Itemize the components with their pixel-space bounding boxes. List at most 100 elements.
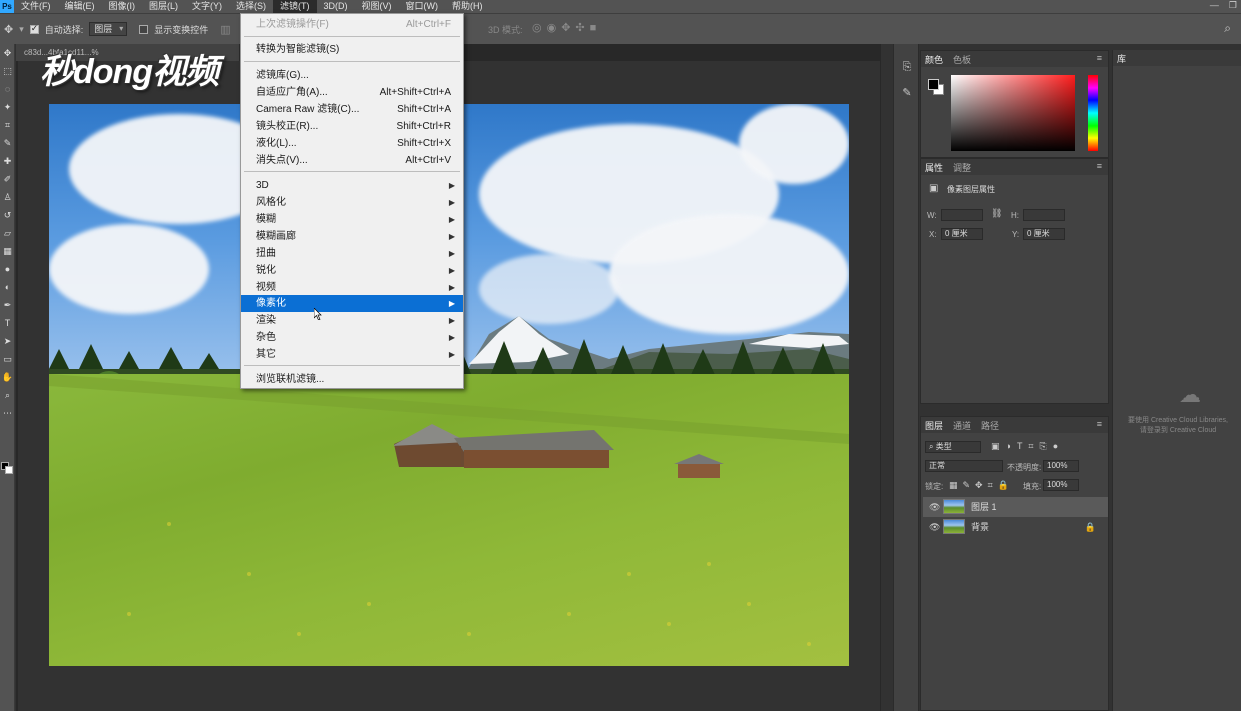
x-input[interactable]: 0 厘米 xyxy=(941,228,983,240)
brush-tool-icon[interactable]: ✐ xyxy=(0,170,15,188)
menu-convert-smart-filter[interactable]: 转换为智能滤镜(S) xyxy=(241,41,463,58)
auto-select-checkbox[interactable] xyxy=(29,23,39,34)
menu-window[interactable]: 窗口(W) xyxy=(399,0,446,13)
dropdown-chevron-icon[interactable]: ▾ xyxy=(19,24,24,35)
height-input[interactable] xyxy=(1023,209,1065,221)
layer-row[interactable]: 👁 图层 1 xyxy=(923,497,1108,517)
healing-tool-icon[interactable]: ✚ xyxy=(0,152,15,170)
foreground-swatch[interactable] xyxy=(928,79,939,90)
tab-libraries[interactable]: 库 xyxy=(1117,52,1126,65)
move-tool-icon[interactable]: ✥ xyxy=(0,44,15,62)
tab-layers[interactable]: 图层 xyxy=(925,419,943,432)
auto-select-label: 自动选择: xyxy=(44,24,84,35)
eraser-tool-icon[interactable]: ▱ xyxy=(0,224,15,242)
y-input[interactable]: 0 厘米 xyxy=(1023,228,1065,240)
history-panel-icon[interactable]: ⎘ xyxy=(894,54,920,80)
menu-adaptive-wide-angle[interactable]: 自适应广角(A)... Alt+Shift+Ctrl+A xyxy=(241,84,463,101)
menu-select[interactable]: 选择(S) xyxy=(229,0,273,13)
move-tool-icon[interactable]: ✥ xyxy=(4,23,13,36)
menu-video[interactable]: 视频 ▶ xyxy=(241,279,463,296)
show-transform-checkbox[interactable] xyxy=(139,24,149,34)
panel-menu-icon[interactable]: ≡ xyxy=(1097,419,1102,429)
menu-sharpen[interactable]: 锐化 ▶ xyxy=(241,262,463,279)
crop-tool-icon[interactable]: ⌗ xyxy=(0,116,15,134)
history-brush-icon[interactable]: ↺ xyxy=(0,206,15,224)
fill-input[interactable]: 100% xyxy=(1043,479,1079,491)
menu-image[interactable]: 图像(I) xyxy=(102,0,143,13)
minimize-icon[interactable]: — xyxy=(1210,0,1219,11)
gradient-tool-icon[interactable]: ▦ xyxy=(0,242,15,260)
submenu-arrow-icon: ▶ xyxy=(448,215,455,224)
menu-lens-correction[interactable]: 镜头校正(R)... Shift+Ctrl+R xyxy=(241,118,463,135)
layer-row[interactable]: 👁 背景 🔒 xyxy=(923,517,1108,537)
menu-render[interactable]: 渲染 ▶ xyxy=(241,312,463,329)
menu-camera-raw[interactable]: Camera Raw 滤镜(C)... Shift+Ctrl+A xyxy=(241,101,463,118)
image-flowers xyxy=(49,374,849,646)
menu-edit[interactable]: 编辑(E) xyxy=(58,0,102,13)
lasso-tool-icon[interactable]: ◌ xyxy=(0,80,15,98)
hue-slider[interactable] xyxy=(1088,75,1098,151)
dodge-tool-icon[interactable]: ◐ xyxy=(0,278,15,296)
menu-last-filter[interactable]: 上次滤镜操作(F) Alt+Ctrl+F xyxy=(241,16,463,33)
tab-channels[interactable]: 通道 xyxy=(953,419,971,432)
menu-pixelate[interactable]: 像素化 ▶ xyxy=(241,295,463,312)
menu-file[interactable]: 文件(F) xyxy=(14,0,58,13)
panel-menu-icon[interactable]: ≡ xyxy=(1097,161,1102,171)
3d-mode-icons[interactable]: ◎◉✥✣■ xyxy=(532,21,601,34)
submenu-arrow-icon: ▶ xyxy=(448,333,455,342)
search-icon[interactable]: ⌕ xyxy=(1224,21,1231,36)
eyedropper-tool-icon[interactable]: ✎ xyxy=(0,134,15,152)
menu-browse-online-filters[interactable]: 浏览联机滤镜... xyxy=(241,371,463,388)
tab-swatches[interactable]: 色板 xyxy=(953,53,971,66)
magic-wand-tool-icon[interactable]: ✦ xyxy=(0,98,15,116)
hand-tool-icon[interactable]: ✋ xyxy=(0,368,15,386)
tab-properties[interactable]: 属性 xyxy=(925,161,943,174)
restore-icon[interactable]: ❐ xyxy=(1229,0,1237,11)
align-icons[interactable]: ▥ xyxy=(220,23,236,36)
menu-3d[interactable]: 3D ▶ xyxy=(241,177,463,194)
shape-tool-icon[interactable]: ▭ xyxy=(0,350,15,368)
menu-help[interactable]: 帮助(H) xyxy=(445,0,490,13)
width-input[interactable] xyxy=(941,209,983,221)
layer-filter-dropdown[interactable]: ⌕ 类型 xyxy=(925,441,981,453)
menu-distort[interactable]: 扭曲 ▶ xyxy=(241,245,463,262)
stamp-tool-icon[interactable]: ♙ xyxy=(0,188,15,206)
menu-other[interactable]: 其它 ▶ xyxy=(241,346,463,363)
menu-3d[interactable]: 3D(D) xyxy=(317,0,355,13)
background-color-swatch[interactable] xyxy=(5,466,13,474)
link-icon[interactable]: ⛓ xyxy=(991,208,1002,219)
filter-dropdown-menu: 上次滤镜操作(F) Alt+Ctrl+F 转换为智能滤镜(S) 滤镜库(G)...… xyxy=(240,13,464,389)
eye-icon[interactable]: 👁 xyxy=(929,517,940,537)
auto-select-dropdown[interactable]: 图层 xyxy=(89,22,128,36)
menu-separator xyxy=(244,365,460,366)
menu-filter[interactable]: 滤镜(T) xyxy=(273,0,317,13)
menu-filter-gallery[interactable]: 滤镜库(G)... xyxy=(241,67,463,84)
menu-noise[interactable]: 杂色 ▶ xyxy=(241,329,463,346)
tab-adjustments[interactable]: 调整 xyxy=(953,161,971,174)
marquee-tool-icon[interactable]: ⬚ xyxy=(0,62,15,80)
tab-paths[interactable]: 路径 xyxy=(981,419,999,432)
path-select-icon[interactable]: ➤ xyxy=(0,332,15,350)
blur-tool-icon[interactable]: ● xyxy=(0,260,15,278)
tab-color[interactable]: 颜色 xyxy=(925,53,943,66)
color-picker-field[interactable] xyxy=(951,75,1075,151)
pen-tool-icon[interactable]: ✒ xyxy=(0,296,15,314)
more-tools-icon[interactable]: ⋯ xyxy=(0,404,15,422)
brush-settings-icon[interactable]: ✎ xyxy=(894,80,920,106)
opacity-input[interactable]: 100% xyxy=(1043,460,1079,472)
menu-view[interactable]: 视图(V) xyxy=(355,0,399,13)
menu-layer[interactable]: 图层(L) xyxy=(142,0,185,13)
menu-type[interactable]: 文字(Y) xyxy=(185,0,229,13)
panel-menu-icon[interactable]: ≡ xyxy=(1097,53,1102,63)
eye-icon[interactable]: 👁 xyxy=(929,497,940,517)
menu-stylize[interactable]: 风格化 ▶ xyxy=(241,194,463,211)
menu-blur-gallery[interactable]: 模糊画廊 ▶ xyxy=(241,228,463,245)
menu-vanishing-point[interactable]: 消失点(V)... Alt+Ctrl+V xyxy=(241,152,463,169)
layer-filter-icons[interactable]: ▣◑T⌗⎘● xyxy=(991,441,1064,452)
zoom-tool-icon[interactable]: ⌕ xyxy=(0,386,15,404)
menu-blur[interactable]: 模糊 ▶ xyxy=(241,211,463,228)
blend-mode-dropdown[interactable]: 正常 xyxy=(925,460,1003,472)
lock-icons[interactable]: ▦✎✥⌗🔒 xyxy=(949,480,1014,491)
menu-liquify[interactable]: 液化(L)... Shift+Ctrl+X xyxy=(241,135,463,152)
type-tool-icon[interactable]: T xyxy=(0,314,15,332)
